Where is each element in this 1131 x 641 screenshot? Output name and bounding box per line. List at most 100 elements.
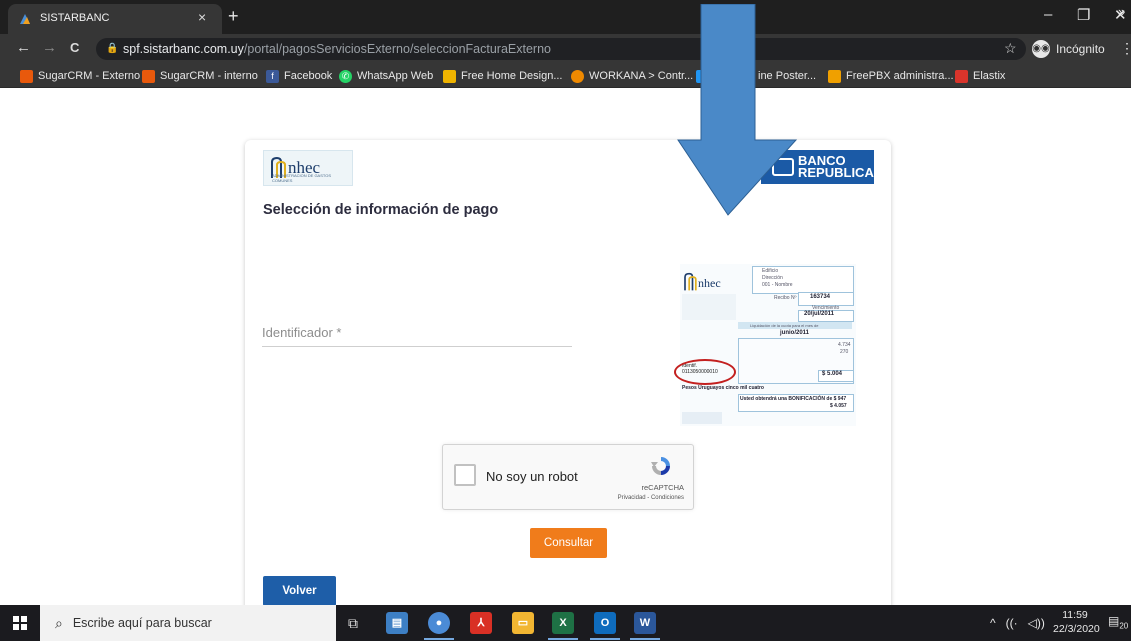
invoice-recibo: 163734	[810, 294, 831, 300]
invoice-pesos-line: Pesos Uruguayos cinco mil cuatro	[682, 385, 764, 391]
bookmark-whatsapp[interactable]: ✆ WhatsApp Web	[339, 68, 433, 84]
bookmark-label: FreePBX administra...	[846, 70, 954, 82]
excel-active-indicator	[548, 638, 578, 640]
invoice-period: junio/2011	[780, 330, 810, 336]
invoice-address: Dirección	[762, 275, 783, 281]
invoice-sample-image: nhec Edificio Dirección 001 - Nombre Rec…	[674, 264, 856, 426]
bookmark-label: SugarCRM - interno	[160, 70, 258, 82]
windows-taskbar: ⌕ Escribe aquí para buscar ⧉ ▤ ● ⅄ ▭ X O…	[0, 605, 1131, 641]
bookmark-freepbx[interactable]: FreePBX administra...	[828, 68, 954, 84]
recaptcha-logo-icon	[651, 457, 670, 475]
bookmark-sugarcrm-interno[interactable]: SugarCRM - interno	[142, 68, 258, 84]
word-active-indicator	[630, 638, 660, 640]
minimize-button[interactable]: –	[1044, 6, 1052, 23]
notification-count: 20	[1119, 621, 1129, 631]
whatsapp-icon: ✆	[339, 69, 352, 83]
bookmark-facebook[interactable]: f Facebook	[266, 68, 332, 84]
invoice-recibo-label: Recibo Nº	[774, 295, 797, 301]
identifier-input[interactable]	[262, 320, 572, 347]
annotation-arrow-icon	[677, 4, 797, 216]
anhec-logo-subtitle: ADMINISTRACION DE GASTOS COMUNES	[272, 173, 332, 183]
clock-time: 11:59	[1062, 609, 1088, 621]
excel-app-icon[interactable]: X	[552, 612, 574, 634]
outlook-active-indicator	[590, 638, 620, 640]
incognito-icon: ◉◉	[1032, 40, 1050, 58]
invoice-due: 20/jul/2011	[804, 311, 835, 317]
task-view-icon[interactable]: ⧉	[342, 612, 364, 634]
invoice-footer-block	[682, 412, 722, 424]
file-explorer-icon[interactable]: ▭	[512, 612, 534, 634]
invoice-amount1: 4.734	[838, 342, 851, 348]
bookmark-free-home-design[interactable]: Free Home Design...	[443, 68, 562, 84]
lock-icon: 🔒	[106, 43, 119, 54]
volver-button[interactable]: Volver	[263, 576, 336, 606]
bookmark-label: Facebook	[284, 70, 333, 82]
bookmarks-overflow-icon[interactable]: »	[1118, 4, 1125, 19]
start-button[interactable]	[0, 605, 40, 641]
browser-menu-icon[interactable]: ⋮	[1120, 40, 1131, 57]
volume-icon[interactable]: ◁))	[1028, 616, 1045, 630]
bookmark-label: WhatsApp Web	[357, 70, 434, 82]
banco-logo-text: BANCO REPUBLICA	[798, 154, 874, 180]
bookmark-workana[interactable]: WORKANA > Contr...	[571, 68, 693, 84]
new-tab-button[interactable]: +	[228, 6, 239, 27]
recaptcha-checkbox[interactable]	[454, 464, 476, 486]
bookmark-star-icon[interactable]: ☆	[1004, 40, 1017, 57]
chrome-active-indicator	[424, 638, 454, 640]
incognito-indicator[interactable]: ◉◉ Incógnito	[1032, 38, 1105, 60]
clock-date: 22/3/2020	[1053, 623, 1100, 635]
tray-expand-icon[interactable]: ^	[990, 616, 996, 630]
reload-button[interactable]: C	[70, 40, 79, 55]
word-app-icon[interactable]: W	[634, 612, 656, 634]
taskbar-clock[interactable]: 11:59 22/3/2020	[1053, 608, 1100, 636]
url-text: spf.sistarbanc.com.uy/portal/pagosServic…	[123, 42, 551, 56]
invoice-logo-icon	[684, 272, 697, 291]
bookmark-label: Elastix	[973, 70, 1006, 82]
facebook-icon: f	[266, 69, 279, 83]
taskbar-search-box[interactable]: ⌕ Escribe aquí para buscar	[40, 605, 336, 641]
invoice-logo-text: nhec	[698, 276, 721, 290]
back-button[interactable]: ←	[16, 39, 31, 56]
wifi-icon[interactable]: ((·	[1006, 616, 1018, 630]
sugarcrm-icon	[20, 69, 33, 83]
bookmark-label: Free Home Design...	[461, 70, 563, 82]
sugarcrm-icon	[142, 69, 155, 83]
store-app-icon[interactable]: ▤	[386, 612, 408, 634]
url-domain: spf.sistarbanc.com.uy	[123, 42, 244, 56]
consultar-button[interactable]: Consultar	[530, 528, 607, 558]
page-title: Selección de información de pago	[263, 202, 499, 218]
anhec-logo: nhec ADMINISTRACION DE GASTOS COMUNES	[263, 150, 353, 186]
forward-button[interactable]: →	[42, 39, 57, 56]
identifier-highlight-circle	[674, 359, 736, 385]
chrome-app-icon[interactable]: ●	[428, 612, 450, 634]
bookmark-elastix[interactable]: Elastix	[955, 68, 1005, 84]
invoice-building: Edificio	[762, 268, 779, 274]
elastix-icon	[955, 69, 968, 83]
bookmark-label: SugarCRM - Externo	[38, 70, 141, 82]
windows-logo-icon	[13, 616, 27, 630]
outlook-app-icon[interactable]: O	[594, 612, 616, 634]
bookmark-sugarcrm-externo[interactable]: SugarCRM - Externo	[20, 68, 140, 84]
recaptcha-widget: No soy un robot reCAPTCHA Privacidad - C…	[442, 444, 694, 510]
invoice-unit: 001 - Nombre	[762, 282, 793, 288]
banco-line2: REPUBLICA	[798, 165, 874, 180]
workana-icon	[571, 69, 584, 83]
restore-button[interactable]: ❐	[1077, 6, 1090, 24]
invoice-total: $ 5.004	[822, 371, 843, 377]
incognito-label: Incógnito	[1056, 42, 1105, 56]
invoice-amount2: 270	[840, 349, 849, 355]
invoice-bonif: Usted obtendrá una BONIFICACIÓN de $ 947	[740, 396, 847, 402]
invoice-period-caption: Liquidación de la cuota para el mes de	[750, 323, 819, 328]
tab-close-button[interactable]: ×	[198, 9, 206, 25]
home-design-icon	[443, 69, 456, 83]
recaptcha-brand: reCAPTCHA	[641, 483, 684, 492]
acrobat-app-icon[interactable]: ⅄	[470, 612, 492, 634]
notification-center-icon[interactable]: ▤20	[1108, 614, 1128, 630]
url-field[interactable]: 🔒 spf.sistarbanc.com.uy/portal/pagosServ…	[96, 38, 1026, 60]
freepbx-icon	[828, 69, 841, 83]
taskbar-search-placeholder: Escribe aquí para buscar	[72, 616, 212, 630]
search-icon: ⌕	[55, 614, 63, 631]
recaptcha-privacy-links[interactable]: Privacidad - Condiciones	[618, 495, 684, 501]
browser-tab[interactable]: SISTARBANC ×	[8, 4, 222, 34]
recaptcha-label: No soy un robot	[486, 469, 578, 484]
